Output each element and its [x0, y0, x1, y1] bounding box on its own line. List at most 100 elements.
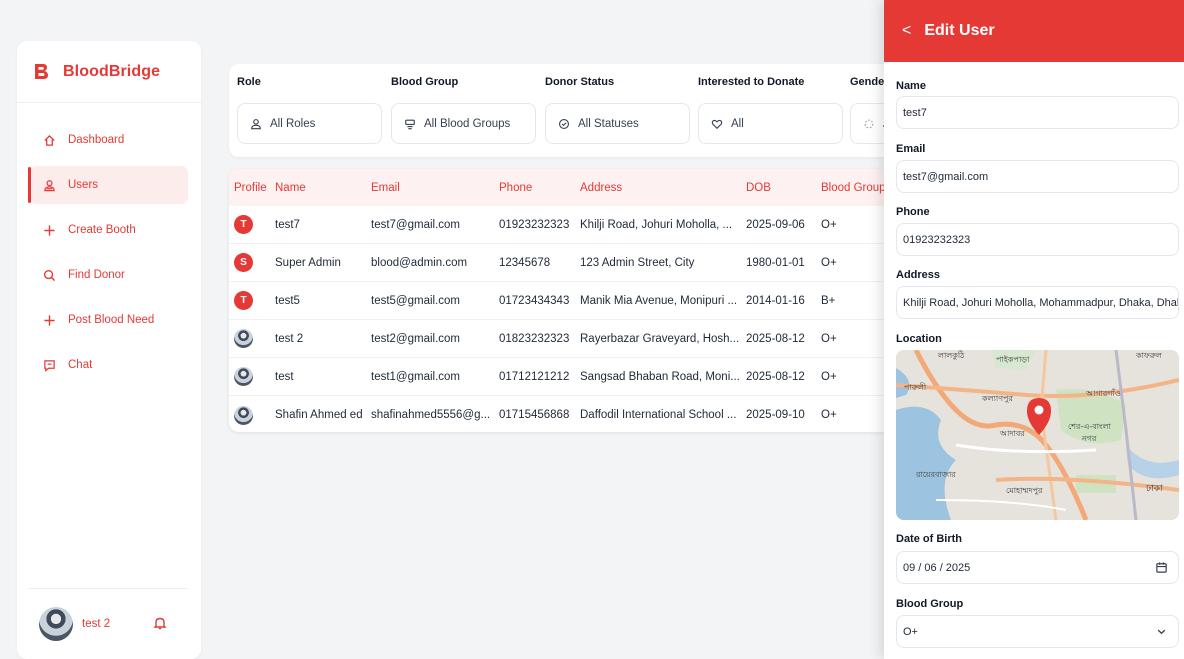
sidebar-item-users[interactable]: Users: [28, 166, 188, 204]
interested-select[interactable]: All: [698, 103, 843, 144]
profile-initial: T: [234, 291, 253, 310]
users-icon: [250, 117, 263, 130]
heart-icon: [711, 117, 724, 130]
email-cell: shafinahmed5556@g...: [371, 409, 491, 421]
dob-cell: 2025-08-12: [746, 370, 805, 383]
email-cell: test2@gmail.com: [371, 332, 461, 345]
panel-title: Edit User: [924, 22, 995, 39]
profile-cell: [229, 405, 275, 425]
calendar-icon[interactable]: [1155, 561, 1168, 574]
role-filter: Role All Roles: [237, 76, 382, 144]
role-filter-label: Role: [237, 76, 261, 88]
table-row[interactable]: test 2 test2@gmail.com 01823232323 Rayer…: [229, 320, 909, 358]
dob-cell: 2025-09-10: [746, 409, 805, 421]
sidebar-item-label: Find Donor: [68, 269, 125, 281]
address-field[interactable]: Khilji Road, Johuri Moholla, Mohammadpur…: [896, 286, 1179, 319]
sidebar-item-post-blood-need[interactable]: Post Blood Need: [29, 301, 188, 339]
interested-filter-label: Interested to Donate: [698, 76, 805, 88]
brand-name: BloodBridge: [63, 62, 161, 80]
blood-group-select[interactable]: O+: [896, 615, 1179, 648]
email-cell: test7@gmail.com: [371, 218, 461, 231]
column-header-phone[interactable]: Phone: [499, 182, 580, 194]
email-cell: blood@admin.com: [371, 256, 468, 269]
blood-group-icon: [404, 117, 417, 130]
users-table: Profile Name Email Phone Address DOB Blo…: [229, 169, 909, 432]
column-header-profile[interactable]: Profile: [229, 182, 275, 194]
address-cell: Daffodil International School ...: [580, 409, 737, 421]
phone-cell: 01715456868: [499, 409, 570, 421]
address-cell: 123 Admin Street, City: [580, 256, 695, 269]
role-select[interactable]: All Roles: [237, 103, 382, 144]
bloodbridge-logo-icon: [33, 62, 49, 81]
dob-field[interactable]: 09 / 06 / 2025: [896, 551, 1179, 584]
clock-icon: [558, 117, 571, 130]
address-cell: Khilji Road, Johuri Moholla, ...: [580, 218, 733, 231]
email-cell: test5@gmail.com: [371, 294, 461, 307]
phone-cell: 01923232323: [499, 218, 570, 231]
search-icon: [42, 268, 56, 282]
interested-filter: Interested to Donate All: [698, 76, 843, 144]
filters-card: Role All Roles Blood Group All Blood Gro…: [229, 64, 929, 157]
role-select-value: All Roles: [270, 117, 316, 130]
bell-icon[interactable]: [153, 616, 167, 630]
location-map[interactable]: লালকুঠি পাইকপাড়া কাফরুল পারুলী কল্যাণপু…: [896, 350, 1179, 520]
donor-status-select[interactable]: All Statuses: [545, 103, 690, 144]
avatar[interactable]: [39, 607, 73, 641]
column-header-dob[interactable]: DOB: [746, 182, 821, 194]
phone-cell: 01823232323: [499, 332, 570, 345]
dob-cell: 2025-09-06: [746, 218, 805, 231]
location-label: Location: [896, 333, 942, 345]
sidebar-item-label: Dashboard: [68, 134, 125, 146]
table-row[interactable]: S Super Admin blood@admin.com 12345678 1…: [229, 244, 909, 282]
profile-cell: T: [229, 291, 275, 310]
table-row[interactable]: Shafin Ahmed ed shafinahmed5556@g... 017…: [229, 396, 909, 432]
sidebar-item-label: Create Booth: [68, 224, 136, 236]
dob-label: Date of Birth: [896, 533, 962, 545]
name-cell: test 2: [275, 332, 304, 345]
back-button[interactable]: <: [902, 22, 911, 40]
phone-field[interactable]: 01923232323: [896, 223, 1179, 256]
map-label: কল্যাণপুর: [981, 394, 1013, 403]
plus-icon: [42, 223, 56, 237]
profile-cell: S: [229, 253, 275, 272]
sidebar-item-label: Post Blood Need: [68, 314, 155, 326]
brand[interactable]: BloodBridge: [17, 41, 201, 103]
sidebar-item-create-booth[interactable]: Create Booth: [29, 211, 188, 249]
sidebar-item-chat[interactable]: Chat: [29, 346, 188, 384]
home-icon: [42, 133, 56, 147]
blood-group-select[interactable]: All Blood Groups: [391, 103, 536, 144]
sidebar-item-dashboard[interactable]: Dashboard: [29, 121, 188, 159]
avatar: [234, 367, 253, 386]
sidebar: BloodBridge Dashboard Users Create Booth…: [17, 41, 201, 659]
table-row[interactable]: T test5 test5@gmail.com 01723434343 Mani…: [229, 282, 909, 320]
map-label: ঢাকা: [1145, 484, 1163, 494]
blood-group-filter-label: Blood Group: [391, 76, 459, 88]
profile-cell: [229, 329, 275, 348]
table-row[interactable]: test test1@gmail.com 01712121212 Sangsad…: [229, 358, 909, 396]
column-header-email[interactable]: Email: [371, 182, 499, 194]
column-header-address[interactable]: Address: [580, 182, 746, 194]
current-user-name: test 2: [82, 618, 111, 630]
name-field[interactable]: test7: [896, 96, 1179, 129]
map-label: পাইকপাড়া: [996, 355, 1030, 364]
donor-status-filter-label: Donor Status: [545, 76, 615, 88]
profile-cell: [229, 367, 275, 386]
name-cell: test: [275, 370, 294, 383]
table-row[interactable]: T test7 test7@gmail.com 01923232323 Khil…: [229, 206, 909, 244]
map-label: আদাবর: [999, 429, 1025, 438]
chat-icon: [42, 358, 56, 372]
email-field[interactable]: test7@gmail.com: [896, 160, 1179, 193]
phone-cell: 12345678: [499, 256, 551, 269]
avatar: [234, 329, 253, 348]
sidebar-item-label: Chat: [68, 359, 93, 371]
profile-cell: T: [229, 215, 275, 234]
panel-header: < Edit User: [884, 0, 1184, 62]
avatar: [234, 405, 253, 425]
column-header-name[interactable]: Name: [275, 182, 371, 194]
interested-select-value: All: [731, 117, 744, 130]
dob-value: 09 / 06 / 2025: [903, 561, 971, 574]
sidebar-item-find-donor[interactable]: Find Donor: [29, 256, 188, 294]
donor-status-filter: Donor Status All Statuses: [545, 76, 690, 144]
map-label: আগারগাঁও: [1085, 388, 1121, 398]
address-cell: Rayerbazar Graveyard, Hosh...: [580, 332, 740, 345]
